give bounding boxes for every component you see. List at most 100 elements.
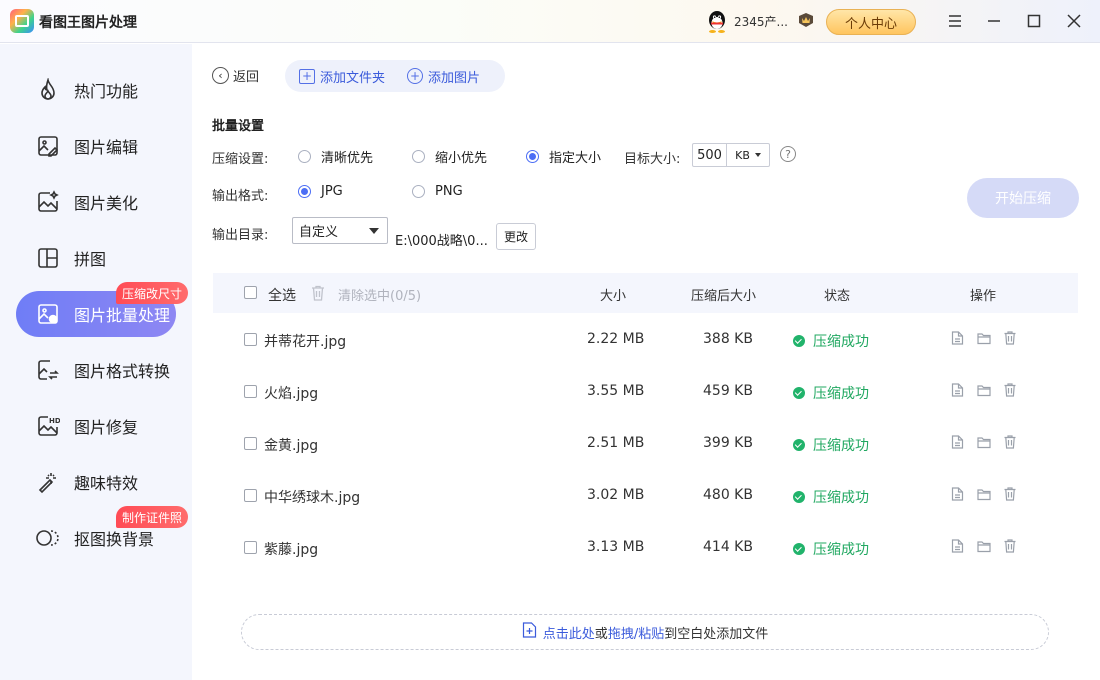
minimize-icon[interactable] [984,11,1004,31]
start-compress-button[interactable]: 开始压缩 [967,178,1079,218]
image-beautify-icon [35,189,61,215]
back-button[interactable]: ‹ 返回 [212,66,259,85]
radio-label: 清晰优先 [321,151,374,166]
folder-icon[interactable] [977,488,991,501]
sidebar: 热门功能 图片编辑 图片美化 拼图 图片批量处理 压缩改尺寸 图片格式转换 HD [0,44,192,680]
chevron-left-icon: ‹ [212,67,229,84]
radio-clarity-first[interactable]: 清晰优先 [298,147,373,166]
magic-wand-icon [35,469,61,495]
personal-center-button[interactable]: 个人中心 [826,9,916,35]
status-text: 压缩成功 [813,542,869,558]
unit-select[interactable]: KB [727,144,769,166]
qq-avatar-icon[interactable] [706,10,728,34]
table-row: 并蒂花开.jpg 2.22 MB 388 KB 压缩成功 [213,314,1078,366]
row-checkbox[interactable] [244,489,257,502]
folder-icon[interactable] [977,540,991,553]
click-here-link[interactable]: 点击此处 [543,627,595,642]
select-all-label[interactable]: 全选 [268,285,296,305]
open-file-icon[interactable] [951,331,964,345]
unit-label: KB [735,148,750,162]
check-circle-icon [793,439,805,451]
hd-repair-icon: HD [35,413,61,439]
dropzone-text: 到空白处添加文件 [664,626,769,642]
output-path: E:\000战略\0... [395,234,488,249]
sidebar-item-label: 图片修复 [74,418,139,437]
delete-icon[interactable] [1004,435,1016,449]
row-actions [951,383,1016,397]
status-badge: 压缩成功 [793,487,869,507]
sidebar-item-image-edit[interactable]: 图片编辑 [16,123,176,169]
file-name: 中华绣球木.jpg [264,490,361,506]
radio-png[interactable]: PNG [412,184,463,199]
sidebar-item-label: 热门功能 [74,82,139,101]
add-toolbar: + 添加文件夹 + 添加图片 [285,60,505,92]
sidebar-item-collage[interactable]: 拼图 [16,235,176,281]
sidebar-item-format-convert[interactable]: 图片格式转换 [16,347,176,393]
table-row: 火焰.jpg 3.55 MB 459 KB 压缩成功 [213,366,1078,418]
app-logo-icon [10,9,34,33]
row-checkbox[interactable] [244,541,257,554]
radio-icon [412,150,425,163]
delete-icon[interactable] [1004,383,1016,397]
sidebar-item-label: 图片编辑 [74,138,139,157]
format-label: 输出格式: [212,189,269,204]
format-convert-icon [35,357,61,383]
output-dir-select[interactable]: 自定义 [292,217,388,244]
file-name: 并蒂花开.jpg [264,334,347,350]
open-file-icon[interactable] [951,487,964,501]
status-text: 压缩成功 [813,438,869,454]
dropzone-text: 或 [594,626,608,642]
folder-icon[interactable] [977,332,991,345]
delete-icon[interactable] [1004,331,1016,345]
image-edit-icon [35,133,61,159]
target-size-input[interactable]: 500 [693,144,727,166]
target-size-label: 目标大小: [624,152,681,167]
close-icon[interactable] [1064,11,1084,31]
add-folder-button[interactable]: + 添加文件夹 [299,67,385,86]
radio-jpg[interactable]: JPG [298,184,343,199]
add-files-dropzone[interactable]: 点击此处或拖拽/粘贴到空白处添加文件 [241,614,1049,650]
folder-icon[interactable] [977,384,991,397]
column-compressed-size: 压缩后大小 [691,289,757,304]
menu-icon[interactable] [945,11,965,31]
clear-selected-button[interactable]: 清除选中(0/5) [338,285,421,304]
row-checkbox[interactable] [244,437,257,450]
id-photo-tag: 制作证件照 [116,506,189,528]
help-icon[interactable]: ? [780,146,796,162]
user-name[interactable]: 2345产... [734,13,788,30]
maximize-icon[interactable] [1024,11,1044,31]
delete-icon[interactable] [1004,487,1016,501]
sidebar-item-hot[interactable]: 热门功能 [16,67,176,113]
compressed-size: 388 KB [703,331,753,347]
file-size: 3.13 MB [587,539,645,555]
add-image-button[interactable]: + 添加图片 [407,67,480,86]
open-file-icon[interactable] [951,539,964,553]
title-bar: 看图王图片处理 2345产... 个人中心 [0,0,1100,43]
check-circle-icon [793,387,805,399]
caret-down-icon [369,228,379,234]
open-file-icon[interactable] [951,435,964,449]
radio-label: JPG [321,184,343,199]
sidebar-item-image-beautify[interactable]: 图片美化 [16,179,176,225]
fire-icon [35,77,61,103]
file-name: 火焰.jpg [264,386,319,402]
drag-paste-text: 拖拽/粘贴 [607,626,665,642]
radio-shrink-first[interactable]: 缩小优先 [412,147,487,166]
radio-icon [412,185,425,198]
row-checkbox[interactable] [244,385,257,398]
select-all-checkbox[interactable] [244,286,257,299]
sidebar-item-repair[interactable]: HD 图片修复 [16,403,176,449]
row-checkbox[interactable] [244,333,257,346]
radio-specified-size[interactable]: 指定大小 [526,147,601,166]
sidebar-item-effects[interactable]: 趣味特效 [16,459,176,505]
folder-icon[interactable] [977,436,991,449]
row-actions [951,539,1016,553]
vip-crown-icon[interactable] [797,12,815,28]
table-header: 全选 清除选中(0/5) 大小 压缩后大小 状态 操作 [213,273,1078,313]
radio-label: PNG [435,184,463,199]
trash-icon[interactable] [311,285,325,301]
delete-icon[interactable] [1004,539,1016,553]
target-size-field[interactable]: 500 KB [692,143,770,167]
change-dir-button[interactable]: 更改 [496,223,536,250]
open-file-icon[interactable] [951,383,964,397]
